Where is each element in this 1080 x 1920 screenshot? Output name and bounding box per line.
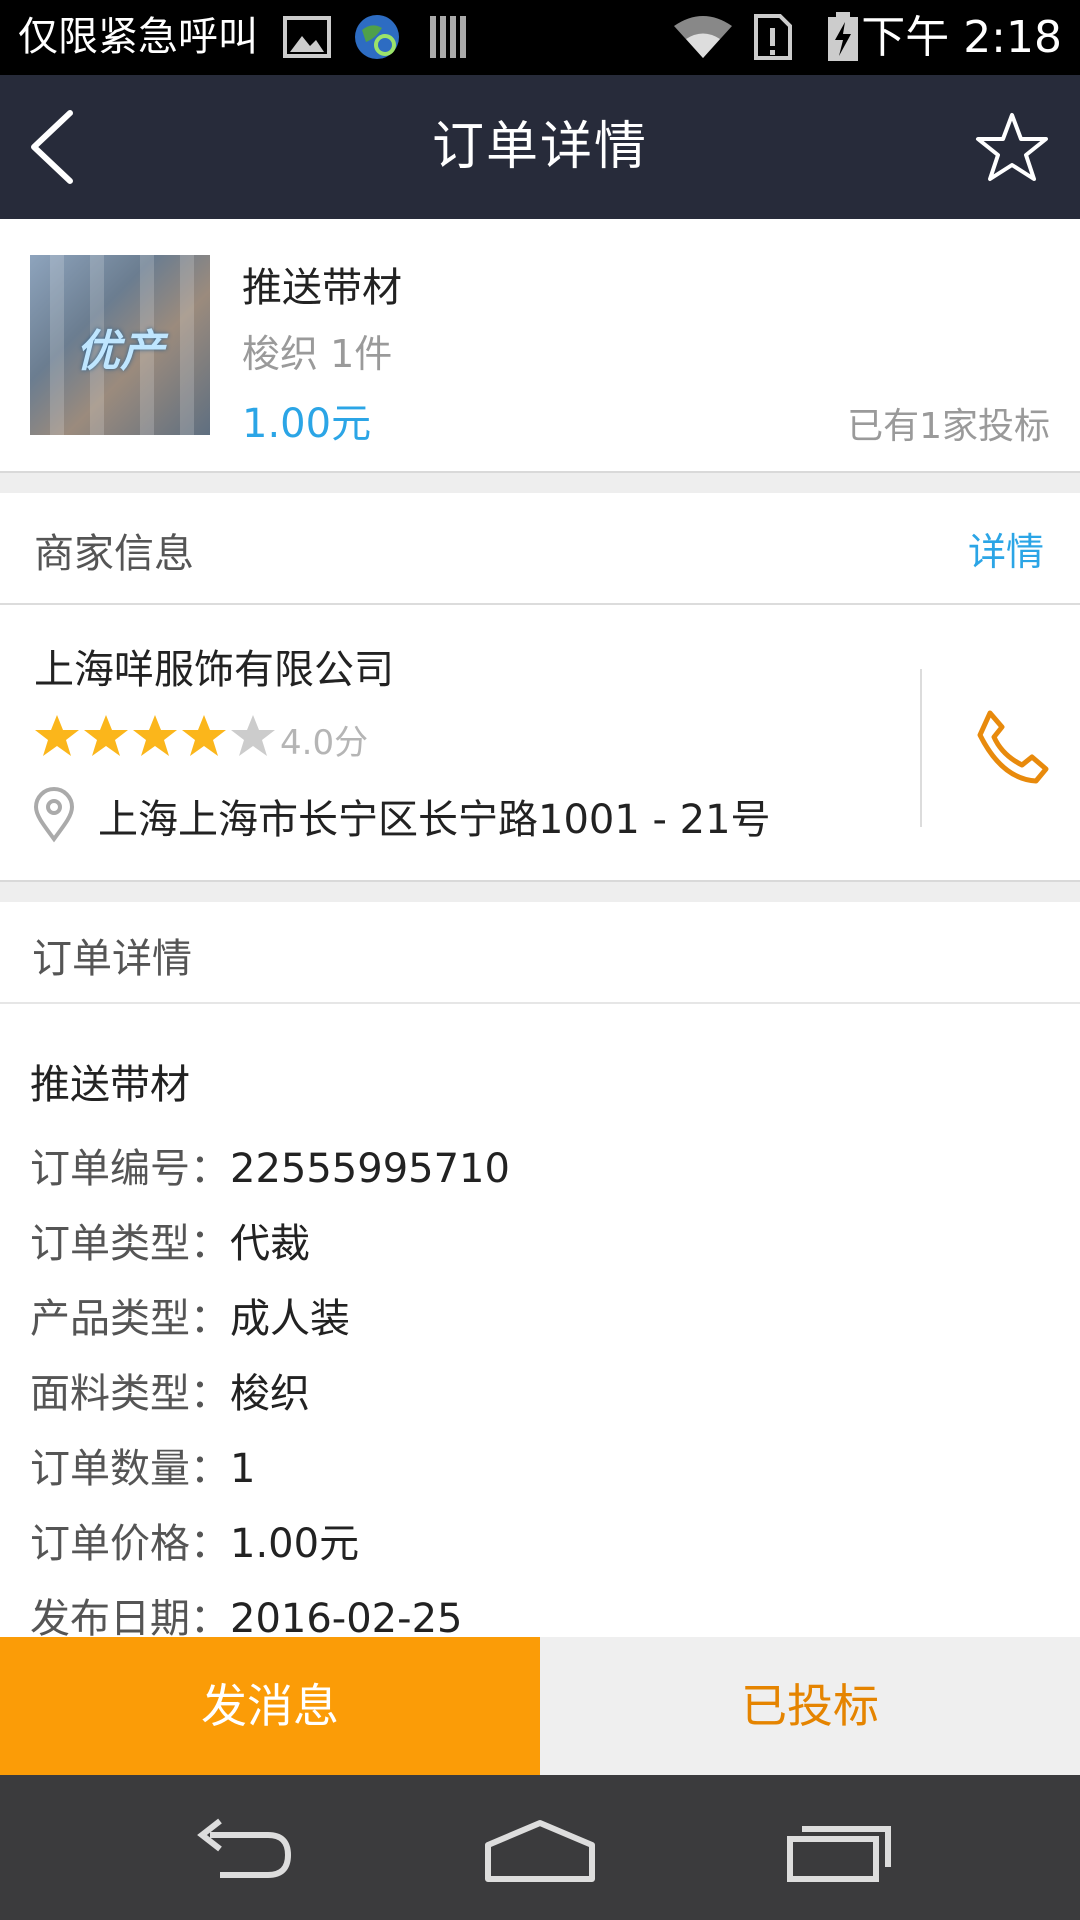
vertical-divider	[920, 669, 922, 827]
battery-charging-icon	[828, 12, 858, 61]
product-name: 推送带材	[242, 265, 402, 311]
globe-sync-icon	[355, 15, 399, 59]
system-nav-bar	[0, 1775, 1080, 1920]
order-title: 推送带材	[30, 1062, 190, 1108]
section-divider	[0, 473, 1080, 493]
rating-score: 4.0分	[280, 723, 369, 763]
order-row-price: 订单价格：1.00元	[30, 1521, 360, 1567]
bid-status-button[interactable]: 已投标	[540, 1637, 1080, 1775]
rating-stars	[34, 713, 276, 759]
image-icon	[283, 16, 331, 58]
nav-recents-icon[interactable]	[780, 1815, 900, 1885]
product-thumbnail: 优产	[30, 255, 210, 435]
thumbnail-logo: 优产	[76, 326, 164, 377]
barcode-icon	[430, 16, 466, 58]
nav-back-icon[interactable]	[180, 1815, 300, 1885]
product-subtitle: 梭织 1件	[242, 332, 393, 376]
merchant-section-label: 商家信息	[34, 531, 194, 577]
merchant-address: 上海上海市长宁区长宁路1001 - 21号	[98, 797, 771, 843]
star-filled-icon	[35, 715, 79, 756]
merchant-section-header: 商家信息 详情	[0, 493, 1080, 605]
phone-icon[interactable]	[972, 705, 1054, 787]
send-message-button[interactable]: 发消息	[0, 1637, 540, 1775]
order-row-publish-date: 发布日期：2016-02-25	[30, 1596, 463, 1642]
star-filled-icon	[182, 715, 227, 756]
order-section-header: 订单详情	[0, 902, 1080, 1004]
bid-count: 已有1家投标	[847, 406, 1050, 447]
bottom-action-bar: 发消息 已投标	[0, 1637, 1080, 1775]
order-section-label: 订单详情	[32, 936, 192, 982]
order-row-type: 订单类型：代裁	[30, 1221, 310, 1267]
status-bar: 仅限紧急呼叫 下午 2:18	[0, 0, 1080, 75]
order-row-number: 订单编号：22555995710	[30, 1146, 510, 1192]
title-bar: 订单详情	[0, 75, 1080, 219]
star-empty-icon	[231, 715, 276, 756]
merchant-detail-link[interactable]: 详情	[968, 521, 1044, 576]
location-pin-icon	[33, 787, 75, 843]
nav-home-icon[interactable]	[480, 1815, 600, 1885]
order-row-quantity: 订单数量：1	[30, 1446, 256, 1492]
page-title: 订单详情	[431, 117, 648, 177]
merchant-name: 上海咩服饰有限公司	[34, 647, 394, 693]
section-divider	[0, 882, 1080, 902]
order-row-product-type: 产品类型：成人装	[30, 1296, 350, 1342]
star-filled-icon	[84, 715, 129, 756]
star-outline-icon[interactable]	[974, 111, 1050, 183]
status-time: 下午 2:18	[861, 12, 1062, 63]
sim-alert-icon	[754, 14, 792, 60]
carrier-text: 仅限紧急呼叫	[18, 14, 258, 60]
wifi-icon	[674, 16, 732, 58]
product-price: 1.00元	[242, 401, 372, 447]
star-filled-icon	[133, 715, 178, 756]
merchant-card: 上海咩服饰有限公司 4.0分 上海上海市长宁区长宁路1001 - 21号	[0, 605, 1080, 882]
order-row-fabric-type: 面料类型：梭织	[30, 1371, 310, 1417]
product-card[interactable]: 优产 推送带材 梭织 1件 1.00元 已有1家投标	[0, 219, 1080, 473]
